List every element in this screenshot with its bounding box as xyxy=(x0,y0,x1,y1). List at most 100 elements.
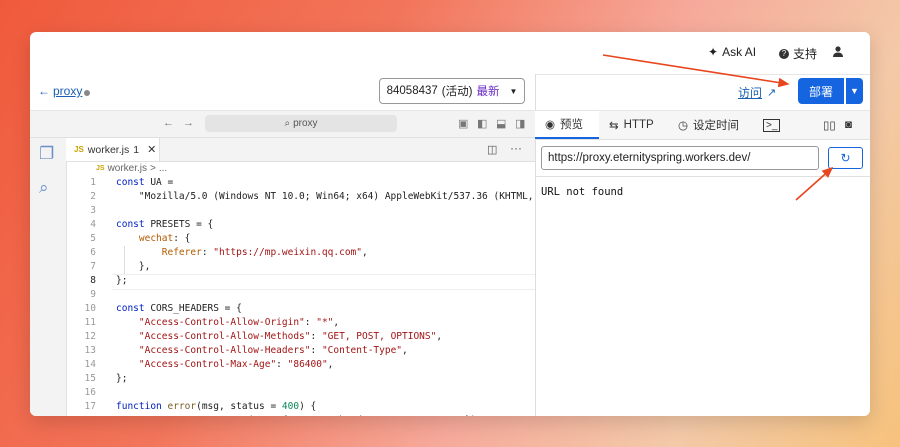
docs-icon[interactable]: ▯▯ xyxy=(823,111,836,139)
code-line[interactable]: 1 const UA = xyxy=(66,176,535,190)
version-id: 84058437 xyxy=(386,85,438,97)
line-text: "Mozilla/5.0 (Windows NT 10.0; Win64; x6… xyxy=(116,191,535,202)
line-text: "Access-Control-Max-Age": "86400", xyxy=(138,359,334,370)
toggle-secondary-sidebar-icon[interactable]: ◨ xyxy=(515,117,525,130)
line-number: 6 xyxy=(90,247,96,258)
preview-url-input[interactable] xyxy=(541,146,819,170)
terminal-icon: >_ xyxy=(763,118,781,132)
refresh-button[interactable]: ↻ xyxy=(828,147,863,169)
line-number: 14 xyxy=(84,359,96,370)
code-line[interactable]: 15}; xyxy=(66,372,535,386)
tab-terminal[interactable]: >_ xyxy=(763,111,781,139)
toggle-panel-icon[interactable]: ⬓ xyxy=(496,117,506,130)
caret-down-icon: ▼ xyxy=(509,86,518,96)
support-button[interactable]: ? 支持 xyxy=(779,45,817,62)
editor-pane: ← proxy 84058437 (活动) 最新 ▼ ← → ⌕ proxy ▣… xyxy=(30,74,536,416)
breadcrumb: JS worker.js > ... xyxy=(66,161,535,175)
line-number: 15 xyxy=(84,373,96,384)
code-line[interactable]: 12 "Access-Control-Allow-Methods": "GET,… xyxy=(66,330,535,344)
nav-back-icon[interactable]: ← xyxy=(163,117,174,129)
code-line[interactable]: 7 }, xyxy=(66,260,535,274)
line-number: 18 xyxy=(66,414,96,416)
search-icon[interactable]: ⌕ xyxy=(39,178,49,198)
code-line[interactable]: 11 "Access-Control-Allow-Origin": "*", xyxy=(66,316,535,330)
back-to-project-link[interactable]: ← proxy xyxy=(38,84,82,98)
editor-tabs: JS worker.js 1 ✕ ◫ ··· xyxy=(66,138,535,162)
nav-forward-icon[interactable]: → xyxy=(183,117,194,129)
line-text: wechat: { xyxy=(138,233,191,244)
visit-link[interactable]: 访问 ↗ xyxy=(738,84,776,101)
line-text: }; xyxy=(116,275,128,286)
user-icon xyxy=(833,46,843,57)
status-dot xyxy=(84,90,90,96)
line-number: 12 xyxy=(84,331,96,342)
code-line[interactable]: 9 xyxy=(66,288,535,302)
tab-http[interactable]: ⇆ HTTP xyxy=(609,111,654,139)
code-line[interactable]: 16 xyxy=(66,386,535,400)
more-actions-icon[interactable]: ··· xyxy=(510,141,522,155)
tab-preview-label: 预览 xyxy=(560,119,584,131)
line-number: 2 xyxy=(90,191,96,202)
external-link-icon: ↗ xyxy=(767,87,777,99)
breadcrumb-separator: > xyxy=(150,162,156,174)
code-line[interactable]: 2 "Mozilla/5.0 (Windows NT 10.0; Win64; … xyxy=(66,190,535,204)
search-icon: ⌕ xyxy=(284,118,291,129)
explorer-icon[interactable]: ❐ xyxy=(39,144,54,164)
tab-schedule[interactable]: ◷ 设定时间 xyxy=(678,111,739,139)
breadcrumb-js-icon: JS xyxy=(96,164,105,172)
version-select[interactable]: 84058437 (活动) 最新 ▼ xyxy=(379,78,525,104)
command-search-text: proxy xyxy=(293,118,318,129)
user-avatar-button[interactable] xyxy=(832,45,844,57)
code-line[interactable]: 10 const CORS_HEADERS = { xyxy=(66,302,535,316)
code-line[interactable]: 5 wechat: { xyxy=(66,232,535,246)
tab-worker-js[interactable]: JS worker.js 1 ✕ xyxy=(66,138,160,161)
code-line[interactable]: 14 "Access-Control-Max-Age": "86400", xyxy=(66,358,535,372)
help-icon: ? xyxy=(779,48,789,59)
line-text: return new Response(msg, { status, heade… xyxy=(116,414,482,416)
preview-frame: URL not found xyxy=(535,176,870,416)
line-text: function error(msg, status = 400) { xyxy=(116,401,317,412)
code-line[interactable]: 18 return new Response(msg, { status, he… xyxy=(66,414,535,416)
code-line[interactable]: 3 xyxy=(66,204,535,218)
eye-icon: ◉ xyxy=(545,119,556,131)
breadcrumb-file[interactable]: worker.js xyxy=(108,163,147,174)
line-text: "Access-Control-Allow-Headers": "Content… xyxy=(138,345,408,356)
line-number: 1 xyxy=(90,177,96,188)
line-number: 10 xyxy=(84,303,96,314)
line-text: "Access-Control-Allow-Methods": "GET, PO… xyxy=(138,331,443,342)
arrow-left-icon: ← xyxy=(38,84,50,98)
line-number: 8 xyxy=(90,275,96,286)
sparkle-icon: ✦ xyxy=(708,45,719,59)
code-line[interactable]: 13 "Access-Control-Allow-Headers": "Cont… xyxy=(66,344,535,358)
preview-tabs: ◉ 预览 ⇆ HTTP ◷ 设定时间 >_ ▯▯ ◙ xyxy=(535,111,870,140)
code-line[interactable]: 4 const PRESETS = { xyxy=(66,218,535,232)
preview-message: URL not found xyxy=(541,186,624,198)
layout-icon[interactable]: ▣ xyxy=(458,117,468,130)
split-editor-icon[interactable]: ◫ xyxy=(487,143,497,156)
caret-down-icon: ▼ xyxy=(850,86,859,96)
discord-icon[interactable]: ◙ xyxy=(845,111,852,139)
tab-schedule-label: 设定时间 xyxy=(693,120,740,132)
command-search[interactable]: ⌕ proxy xyxy=(205,115,397,132)
line-number: 4 xyxy=(90,219,96,230)
close-icon[interactable]: ✕ xyxy=(147,143,156,156)
code-line[interactable]: 17 function error(msg, status = 400) { xyxy=(66,400,535,414)
line-number: 3 xyxy=(90,205,96,216)
deploy-dropdown-button[interactable]: ▼ xyxy=(846,78,863,104)
line-text: "Access-Control-Allow-Origin": "*", xyxy=(138,317,340,328)
code-line[interactable]: 8}; xyxy=(66,274,535,288)
deploy-button[interactable]: 部署 xyxy=(798,78,844,104)
breadcrumb-more[interactable]: ... xyxy=(159,163,167,174)
js-file-icon: JS xyxy=(74,145,84,154)
support-label: 支持 xyxy=(793,47,818,61)
toggle-sidebar-icon[interactable]: ◧ xyxy=(477,117,487,130)
line-number: 17 xyxy=(84,401,96,412)
tab-http-label: HTTP xyxy=(623,119,654,131)
top-bar: ✦ Ask AI ? 支持 xyxy=(30,32,870,75)
code-editor[interactable]: 1 const UA = 2 "Mozilla/5.0 (Windows NT 10… xyxy=(66,176,535,416)
line-text: const CORS_HEADERS = { xyxy=(116,303,242,314)
line-text: const UA = xyxy=(116,177,174,188)
code-line[interactable]: 6 Referer: "https://mp.weixin.qq.com", xyxy=(66,246,535,260)
ask-ai-button[interactable]: ✦ Ask AI xyxy=(708,45,756,59)
tab-preview[interactable]: ◉ 预览 xyxy=(535,111,599,139)
